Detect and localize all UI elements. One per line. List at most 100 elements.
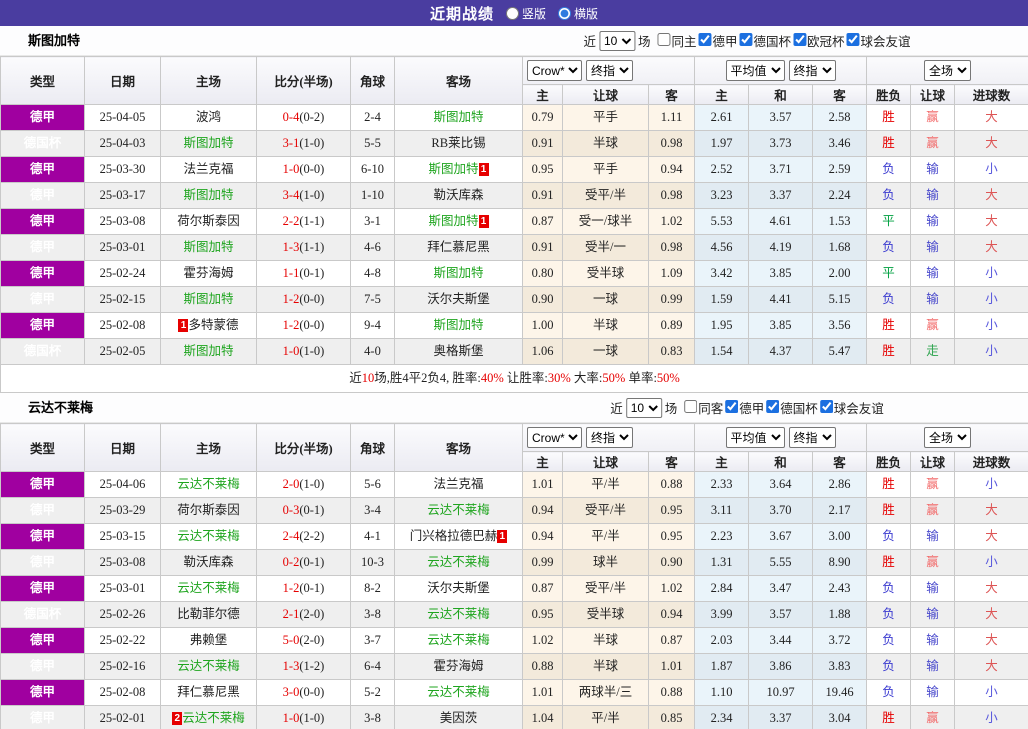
score-cell: 0-2(0-1) <box>256 549 351 576</box>
avg-away-odds: 3.72 <box>812 627 868 654</box>
column-header: 客场 <box>394 56 523 105</box>
avg-draw-odds: 4.37 <box>748 338 814 365</box>
column-header: 客场 <box>394 423 523 472</box>
avg-away-odds: 3.83 <box>812 653 868 680</box>
layout-option-vertical[interactable]: 竖版 <box>505 5 546 22</box>
column-header: 主场 <box>160 423 257 472</box>
date-cell: 25-03-30 <box>84 156 161 183</box>
handicap-home-odds: 0.94 <box>522 497 563 524</box>
avg-away-odds: 1.68 <box>812 234 868 261</box>
league-label: 球会友谊 <box>833 402 884 416</box>
league-checkbox[interactable] <box>698 33 712 46</box>
header-row-top: 类型 日期 主场 比分(半场) 角球 客场 Crow* 终指 平均值 终指 全场 <box>0 56 1028 105</box>
same-venue-option[interactable]: 同主 <box>650 31 696 50</box>
league-checkbox[interactable] <box>725 400 739 413</box>
fulltime-score: 1-3 <box>282 240 300 254</box>
league-filter-0[interactable]: 德甲 <box>696 31 738 50</box>
same-venue-checkbox[interactable] <box>657 33 671 46</box>
league-filter-2[interactable]: 球会友谊 <box>818 398 884 417</box>
scope-select[interactable]: 全场 <box>924 427 972 448</box>
avg-draw-odds: 3.64 <box>748 471 814 498</box>
result-goals: 大 <box>954 575 1028 602</box>
date-cell: 25-03-01 <box>84 575 161 602</box>
halftime-score: (0-1) <box>299 555 325 569</box>
corners-cell: 4-8 <box>350 260 395 287</box>
result-outcome: 胜 <box>866 471 912 498</box>
avg-stage-select[interactable]: 终指 <box>788 427 836 448</box>
match-row: 德甲 25-03-08 勒沃库森 0-2(0-1) 10-3 云达不莱梅 0.99 球半 0.9… <box>0 549 1028 576</box>
horizontal-radio[interactable] <box>558 6 571 20</box>
handicap-line: 平手 <box>562 104 649 131</box>
sub-column-header: 和 <box>748 451 814 472</box>
handicap-away-odds: 0.95 <box>647 523 696 550</box>
result-handicap: 输 <box>910 627 956 654</box>
league-checkbox[interactable] <box>793 33 807 46</box>
red-card-badge: 1 <box>178 319 189 332</box>
league-filter-2[interactable]: 欧冠杯 <box>791 31 845 50</box>
away-team-cell: 斯图加特 <box>394 312 523 339</box>
date-cell: 25-04-05 <box>84 104 161 131</box>
league-filter-1[interactable]: 德国杯 <box>738 31 791 50</box>
match-row: 德甲 25-02-24 霍芬海姆 1-1(0-1) 4-8 斯图加特 0.80 受半球 1.09… <box>0 260 1028 287</box>
home-team-cell: 斯图加特 <box>160 130 257 157</box>
result-outcome: 平 <box>866 260 912 287</box>
competition-cell: 德甲 <box>0 549 85 576</box>
league-filter-3[interactable]: 球会友谊 <box>845 31 911 50</box>
avg-draw-odds: 3.73 <box>748 130 814 157</box>
result-handicap: 输 <box>910 156 956 183</box>
score-cell: 1-3(1-2) <box>256 653 351 680</box>
league-checkbox[interactable] <box>739 33 753 46</box>
team-label: 云达不莱梅 <box>177 477 240 491</box>
score-cell: 5-0(2-0) <box>256 627 351 654</box>
result-handicap: 输 <box>910 575 956 602</box>
result-outcome: 胜 <box>866 312 912 339</box>
vertical-radio[interactable] <box>505 6 519 20</box>
result-goals: 小 <box>954 260 1028 287</box>
match-count-select[interactable]: 10 <box>625 397 662 418</box>
avg-away-odds: 3.00 <box>812 523 868 550</box>
match-row: 德甲 25-04-05 波鸿 0-4(0-2) 2-4 斯图加特 0.79 平手 1.11 2.6… <box>0 104 1028 131</box>
score-cell: 1-2(0-0) <box>256 312 351 339</box>
same-venue-option[interactable]: 同客 <box>677 398 723 417</box>
bookmaker-select[interactable]: Crow* <box>527 427 582 448</box>
average-select[interactable]: 平均值 <box>725 60 785 81</box>
red-card-badge: 2 <box>172 712 183 725</box>
handicap-away-odds: 1.09 <box>647 260 696 287</box>
odds-stage-select[interactable]: 终指 <box>586 60 633 81</box>
corners-cell: 5-6 <box>350 471 395 498</box>
bookmaker-select[interactable]: Crow* <box>527 60 582 81</box>
league-checkbox[interactable] <box>846 33 860 46</box>
layout-option-horizontal[interactable]: 横版 <box>558 5 598 22</box>
avg-home-odds: 4.56 <box>694 234 750 261</box>
same-venue-checkbox[interactable] <box>684 400 698 413</box>
avg-draw-odds: 10.97 <box>748 679 814 706</box>
league-checkbox[interactable] <box>766 400 780 413</box>
team-label: 云达不莱梅 <box>177 581 240 595</box>
avg-home-odds: 1.95 <box>694 312 750 339</box>
avg-away-odds: 2.24 <box>812 182 868 209</box>
handicap-line: 平手 <box>562 156 649 183</box>
result-handicap: 赢 <box>910 705 956 729</box>
team-label: 勒沃库森 <box>433 188 484 202</box>
fulltime-score: 1-3 <box>282 659 300 673</box>
league-filter-0[interactable]: 德甲 <box>723 398 764 417</box>
result-outcome: 负 <box>866 601 912 628</box>
team-label: 斯图加特 <box>433 110 484 124</box>
fulltime-score: 2-4 <box>282 529 300 543</box>
result-handicap: 赢 <box>910 497 956 524</box>
avg-draw-odds: 4.19 <box>748 234 814 261</box>
average-select[interactable]: 平均值 <box>725 427 785 448</box>
match-row: 德甲 25-04-06 云达不莱梅 2-0(1-0) 5-6 法兰克福 1.01 平/半 0.8… <box>0 471 1028 498</box>
header-row-top: 类型 日期 主场 比分(半场) 角球 客场 Crow* 终指 平均值 终指 全场 <box>0 423 1028 472</box>
date-cell: 25-02-05 <box>84 338 161 365</box>
league-checkbox[interactable] <box>819 400 833 413</box>
odds-stage-select[interactable]: 终指 <box>586 427 633 448</box>
avg-home-odds: 1.54 <box>694 338 750 365</box>
avg-stage-select[interactable]: 终指 <box>788 60 836 81</box>
competition-cell: 德甲 <box>0 523 85 550</box>
match-count-select[interactable]: 10 <box>598 30 635 51</box>
handicap-line: 受一/球半 <box>562 208 649 235</box>
scope-select[interactable]: 全场 <box>924 60 972 81</box>
handicap-line: 半球 <box>562 312 649 339</box>
league-filter-1[interactable]: 德国杯 <box>764 398 818 417</box>
